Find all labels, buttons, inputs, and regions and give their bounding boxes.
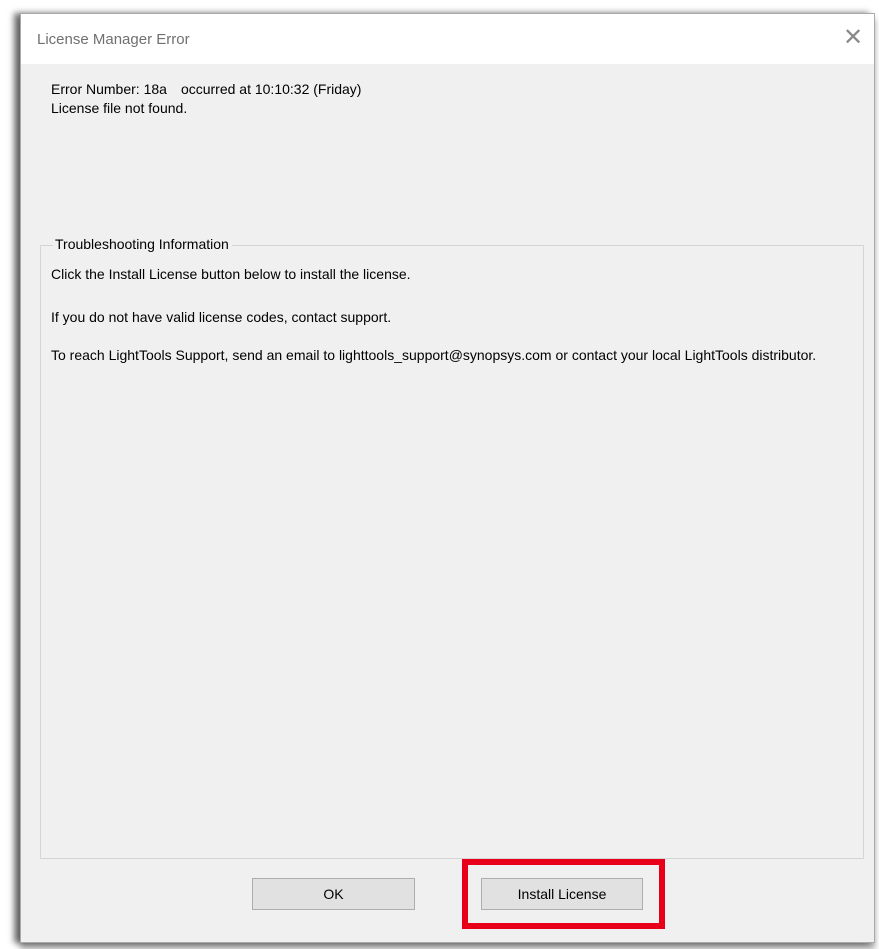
error-time: occurred at 10:10:32 (Friday) xyxy=(180,81,362,97)
dialog-title: License Manager Error xyxy=(37,31,190,48)
error-number: Error Number: 18a xyxy=(51,81,167,97)
license-manager-error-dialog: License Manager Error ✕ Error Number: 18… xyxy=(20,13,875,943)
troubleshooting-heading: Troubleshooting Information xyxy=(53,236,232,252)
close-icon: ✕ xyxy=(842,24,864,51)
ok-button[interactable]: OK xyxy=(252,878,415,910)
troubleshooting-line-contact: To reach LightTools Support, send an ema… xyxy=(51,347,817,363)
screen: License Manager Error ✕ Error Number: 18… xyxy=(0,0,879,949)
title-bar: License Manager Error ✕ xyxy=(21,14,874,64)
troubleshooting-groupbox xyxy=(40,245,864,859)
close-button[interactable]: ✕ xyxy=(838,24,868,54)
troubleshooting-line-install: Click the Install License button below t… xyxy=(51,266,411,282)
install-license-button[interactable]: Install License xyxy=(481,878,643,910)
error-number-line: Error Number: 18a occurred at 10:10:32 (F… xyxy=(51,81,361,97)
error-message: License file not found. xyxy=(51,100,188,116)
troubleshooting-line-support: If you do not have valid license codes, … xyxy=(51,309,392,325)
